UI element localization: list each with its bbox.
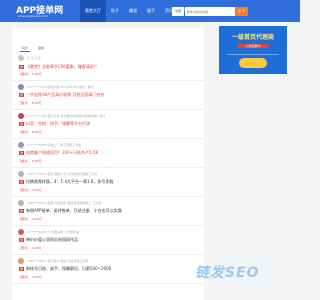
search-scope-select[interactable]: 全部 [172, 7, 184, 16]
list-item[interactable]: 177****7198 聚影云商 点击要出的网络优秀组织推广案件米抖音、合拍、快… [12, 110, 204, 139]
post-footer: 米 0 5.00元 [19, 72, 42, 76]
post-title[interactable]: 米新帐号日结、放手、保酬薪但、日薪500~2000 [19, 266, 111, 272]
list-item[interactable]: 177****6908 大 优胜好帐 工作室主任米单价价值公里网交易园网作品米 … [12, 226, 204, 255]
post-title[interactable]: 米【悬赏】全能高手CPA富聚，赚客请进!! [19, 64, 97, 70]
post-title-text: 抖音、合拍、快手、城脚等平台代流 [26, 121, 91, 126]
nav-item-earn[interactable]: 赚道 [124, 0, 142, 22]
avatar[interactable] [18, 200, 24, 206]
search-input[interactable] [185, 7, 235, 16]
nav-item-posts[interactable]: 帖子 [106, 0, 124, 22]
post-badge: 米 [19, 151, 25, 155]
list-item[interactable]: 186****9999 拓展 北京精英 美团自营理有网上 工作室米有偿APP接单… [12, 197, 204, 226]
post-title-text: 单价价值公里网交易园网作品 [26, 237, 79, 242]
post-title-text: 【悬赏】全能高手CPA富聚，赚客请进!! [26, 64, 97, 69]
list-item[interactable]: 186****8917 网上客户 微信 日业处理工作室米新帐号日结、放手、保酬薪… [12, 255, 204, 284]
bounty-amount: 4.00元 [31, 246, 42, 250]
post-meta: 177****6908 掌金上门 网上回报工作室 [27, 143, 82, 147]
post-footer: 米 0 4.00元 [19, 188, 42, 192]
nav-item-reward-hall[interactable]: 悬赏大厅 [80, 0, 106, 22]
post-meta: 186****9999 拓展 北京精英 美团自营理有网上 工作室 [27, 201, 102, 205]
post-meta: 186****8917 网上客户 微信 日业处理工作室 [27, 259, 89, 263]
post-title-text: 拉稿视频样版，4：1:4大平台一票1.8，多号多路 [26, 179, 114, 184]
avatar[interactable] [18, 55, 24, 61]
coins-icon [239, 58, 267, 68]
bounty-amount: 4.00元 [31, 188, 42, 192]
avatar[interactable] [18, 113, 24, 119]
list-item[interactable]: 177****6908 掌金上门 网上回报工作室米电商客户网络项目？200+日结… [12, 139, 204, 168]
avatar[interactable] [18, 258, 24, 264]
ad-subtitle: 火热招募中 [237, 44, 269, 48]
bounty-amount: 8.00元 [31, 130, 42, 134]
bonus-tag: 米 0 [19, 130, 29, 134]
avatar[interactable] [18, 142, 24, 148]
site-url: www.appjiedan.com [18, 14, 49, 18]
feed-tabs: 综合 最新 [20, 45, 46, 52]
bounty-amount: 5.00元 [31, 72, 42, 76]
post-title-text: 一步走推SK产品高价收购 月结全国高门合作 [26, 92, 105, 97]
post-meta: 177****7198 聚影云商 点击要出的网络优秀组织推广案件 [27, 114, 106, 118]
post-title[interactable]: 米抖音、合拍、快手、城脚等平台代流 [19, 121, 90, 127]
tab-general[interactable]: 综合 [20, 45, 31, 52]
post-meta: 177****7109 微微众做 2021年16时 发布了悬赏 [27, 85, 94, 89]
post-footer: 米 0 5.00元 [19, 159, 42, 163]
list-item[interactable]: 大 正 打字米【悬赏】全能高手CPA富聚，赚客请进!! 米 0 5.00元 [12, 52, 204, 81]
bonus-tag: 米 0 [19, 72, 29, 76]
post-footer: 米 0 8.00元 [19, 101, 42, 105]
avatar[interactable] [18, 229, 24, 235]
post-footer: 米 0 4.00元 [19, 275, 42, 279]
bonus-tag: 米 0 [19, 217, 29, 221]
post-title[interactable]: 米有偿APP接单、阅评推单、日结注册、小白也可以实操 [19, 208, 122, 214]
post-meta: 大 正 打字 [27, 56, 41, 60]
bonus-tag: 米 0 [19, 159, 29, 163]
bounty-amount: 8.00元 [31, 101, 42, 105]
watermark-logo: 链发SEO [195, 265, 260, 281]
post-meta: 177****6908 大 优胜好帐 工作室主任 [27, 230, 80, 234]
bonus-tag: 米 0 [19, 246, 29, 250]
search-button[interactable]: 搜 索 [235, 7, 248, 16]
avatar[interactable] [18, 171, 24, 177]
post-footer: 米 0 4.00元 [19, 246, 42, 250]
post-meta: 186****3171 悬掌 我的小手 文件全网日理的工作室 [27, 172, 98, 176]
post-title[interactable]: 米拉稿视频样版，4：1:4大平台一票1.8，多号多路 [19, 179, 113, 185]
post-footer: 米 0 4.00元 [19, 217, 42, 221]
avatar[interactable] [18, 84, 24, 90]
main-feed-panel: 综合 最新 大 正 打字米【悬赏】全能高手CPA富聚，赚客请进!! 米 0 5.00… [12, 28, 204, 300]
post-badge: 米 [19, 209, 25, 213]
bonus-tag: 米 0 [19, 275, 29, 279]
post-list: 大 正 打字米【悬赏】全能高手CPA富聚，赚客请进!! 米 0 5.00元 177**… [12, 52, 204, 284]
post-title[interactable]: 米电商客户网络项目？200+日结共产5-5K [19, 150, 98, 156]
post-footer: 米 0 8.00元 [19, 130, 42, 134]
post-badge: 米 [19, 93, 25, 97]
post-badge: 米 [19, 267, 25, 271]
post-badge: 米 [19, 65, 25, 69]
list-item[interactable]: 177****7109 微微众做 2021年16时 发布了悬赏米一步走推SK产品… [12, 81, 204, 110]
top-header: APP接单网 www.appjiedan.com 悬赏大厅 帖子 赚道 猫子 资… [0, 0, 300, 22]
list-item[interactable]: 186****3171 悬掌 我的小手 文件全网日理的工作室米拉稿视频样版，4：… [12, 168, 204, 197]
post-badge: 米 [19, 180, 25, 184]
nav-item-market[interactable]: 猫子 [142, 0, 160, 22]
bonus-tag: 米 0 [19, 188, 29, 192]
post-badge: 米 [19, 238, 25, 242]
tab-latest[interactable]: 最新 [36, 45, 46, 52]
side-ad-banner[interactable]: 一级首页代理商 火热招募中 [219, 26, 287, 74]
post-title[interactable]: 米一步走推SK产品高价收购 月结全国高门合作 [19, 92, 104, 98]
bounty-amount: 4.00元 [31, 217, 42, 221]
post-badge: 米 [19, 122, 25, 126]
ad-title: 一级首页代理商 [231, 34, 274, 41]
bounty-amount: 4.00元 [31, 275, 42, 279]
bonus-tag: 米 0 [19, 101, 29, 105]
post-title-text: 电商客户网络项目？200+日结共产5-5K [26, 150, 99, 155]
bounty-amount: 5.00元 [31, 159, 42, 163]
post-title-text: 新帐号日结、放手、保酬薪但、日薪500~2000 [26, 266, 112, 271]
post-title[interactable]: 米单价价值公里网交易园网作品 [19, 237, 78, 243]
post-title-text: 有偿APP接单、阅评推单、日结注册、小白也可以实操 [26, 208, 122, 213]
ad-divider [227, 54, 279, 55]
